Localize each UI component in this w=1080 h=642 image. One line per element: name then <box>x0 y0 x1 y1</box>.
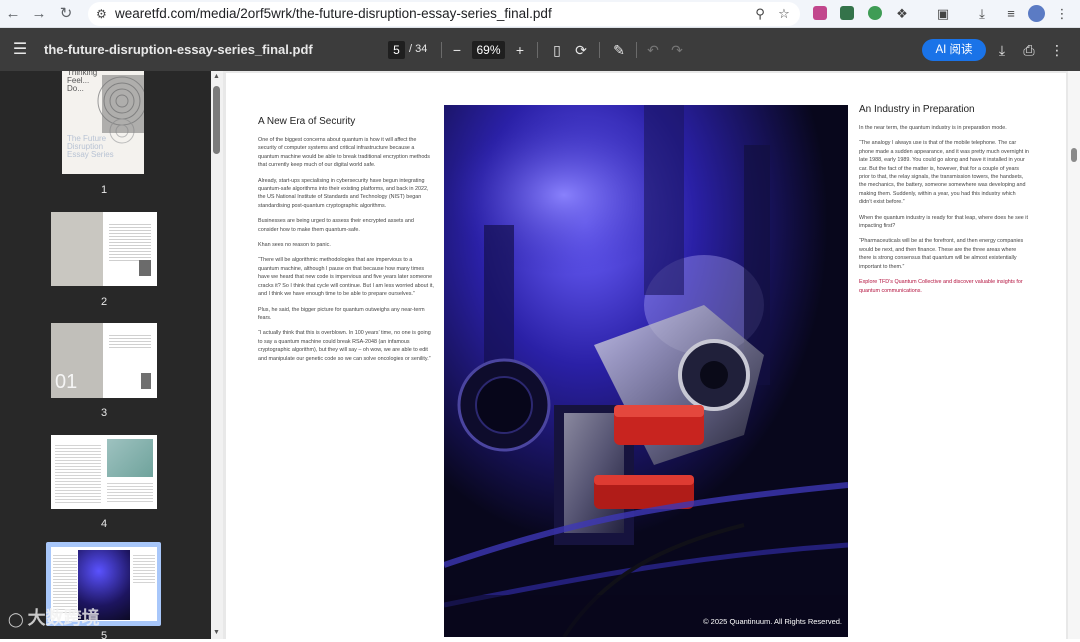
hamburger-icon[interactable]: ☰ <box>10 40 30 60</box>
paragraph: “There will be algorithmic methodologies… <box>258 257 434 298</box>
zoom-icon[interactable]: ⚲ <box>750 4 770 24</box>
back-icon[interactable]: ← <box>2 3 24 25</box>
url-text: wearetfd.com/media/2orf5wrk/the-future-d… <box>115 6 552 21</box>
watermark-text: 大数跨境 <box>27 608 100 628</box>
divider <box>441 42 442 58</box>
paragraph: Plus, he said, the bigger picture for qu… <box>258 306 425 321</box>
extension-icon[interactable] <box>840 6 854 20</box>
screen-search-icon[interactable]: ▣ <box>933 4 953 24</box>
paragraph: “Pharmaceuticals will be at the forefron… <box>859 238 1024 270</box>
forward-icon[interactable]: → <box>28 3 50 25</box>
document-scrollbar-thumb[interactable] <box>1071 148 1077 162</box>
divider <box>599 42 600 58</box>
print-icon[interactable]: ⎙ <box>1019 40 1039 60</box>
thumb-chapter-number: 01 <box>55 371 78 393</box>
reload-icon[interactable]: ↻ <box>55 3 77 25</box>
paragraph: “I actually think that this is overblown… <box>258 330 431 362</box>
extension-icon[interactable] <box>813 6 827 20</box>
scroll-up-icon[interactable]: ▲ <box>213 73 220 80</box>
quantum-lab-photo: © 2025 Quantinuum. All Rights Reserved. <box>444 105 848 637</box>
address-bar[interactable]: ⚙ wearetfd.com/media/2orf5wrk/the-future… <box>88 2 800 26</box>
thumbnail-label: 2 <box>100 296 108 308</box>
paragraph: Already, start-ups specialising in cyber… <box>258 177 429 209</box>
sidebar-scrollbar[interactable] <box>211 71 223 639</box>
thumb-portrait <box>139 260 151 276</box>
thumbnail-page-1[interactable]: Thinking Feel... Do... The Future Disrup… <box>62 71 144 174</box>
thumbnail-page-2[interactable] <box>51 212 157 286</box>
sidebar-scrollbar-thumb[interactable] <box>213 86 220 154</box>
thumb-image <box>107 439 153 477</box>
fit-page-icon[interactable]: ▯ <box>547 40 567 60</box>
paragraph: Businesses are being urged to assess the… <box>258 218 414 233</box>
star-icon[interactable]: ☆ <box>774 4 794 24</box>
paragraph: “The analogy I always use is that of the… <box>859 140 1029 206</box>
more-options-icon[interactable]: ⋮ <box>1047 40 1067 60</box>
annotate-icon[interactable]: ✎ <box>609 40 629 60</box>
tune-icon[interactable]: ⚙ <box>96 4 107 24</box>
thumbnail-sidebar: Thinking Feel... Do... The Future Disrup… <box>0 71 211 642</box>
ai-read-button[interactable]: AI 阅读 <box>922 39 986 61</box>
quantum-collective-link[interactable]: Explore TFD’s Quantum Collective and dis… <box>859 278 1029 295</box>
thumbnail-page-3[interactable]: 01 <box>51 323 157 398</box>
thumb-text <box>109 333 151 349</box>
rotate-icon[interactable]: ⟳ <box>571 40 591 60</box>
thumb-image <box>51 212 103 286</box>
download-icon[interactable]: ⤓ <box>992 40 1012 60</box>
thumb-text <box>107 481 153 503</box>
thumbnail-page-4[interactable] <box>51 435 157 509</box>
divider <box>636 42 637 58</box>
page-number-input[interactable]: 5 <box>388 41 405 59</box>
browser-menu-icon[interactable]: ⋮ <box>1052 4 1072 24</box>
reading-list-icon[interactable]: ≡ <box>1001 4 1021 24</box>
thumbnail-label: 4 <box>100 518 108 530</box>
download-icon[interactable]: ⤓ <box>972 4 992 24</box>
thumb-text <box>55 443 101 503</box>
watermark-logo-icon: ◯ <box>8 611 24 627</box>
left-column: A New Era of Security One of the biggest… <box>258 116 434 370</box>
undo-icon[interactable]: ↶ <box>643 40 663 60</box>
watermark: ◯ 大数跨境 <box>8 604 100 630</box>
right-column: An Industry in Preparation In the near t… <box>859 104 1029 302</box>
thumb-portrait <box>141 373 151 389</box>
cover-title: Thinking Feel... Do... <box>67 71 98 93</box>
cover-series: The Future Disruption Essay Series <box>67 134 114 159</box>
page-total: / 34 <box>409 43 428 55</box>
paragraph: When the quantum industry is ready for t… <box>859 214 1029 230</box>
browser-toolbar: ← → ↻ ⚙ wearetfd.com/media/2orf5wrk/the-… <box>0 0 1080 28</box>
divider <box>537 42 538 58</box>
extensions-puzzle-icon[interactable]: ❖ <box>892 4 912 24</box>
photo-credit: © 2025 Quantinuum. All Rights Reserved. <box>703 617 842 626</box>
redo-icon[interactable]: ↷ <box>667 40 687 60</box>
thumb-text <box>133 553 155 583</box>
thumbnail-label: 1 <box>100 184 108 196</box>
scroll-down-icon[interactable]: ▼ <box>213 629 220 636</box>
pdf-toolbar: ☰ the-future-disruption-essay-series_fin… <box>0 28 1080 71</box>
paragraph: In the near term, the quantum industry i… <box>859 125 1007 131</box>
photo-art <box>444 105 848 637</box>
zoom-input[interactable]: 69% <box>472 41 505 59</box>
profile-avatar[interactable] <box>1028 5 1045 22</box>
zoom-in-icon[interactable]: + <box>510 40 530 60</box>
file-name: the-future-disruption-essay-series_final… <box>44 42 313 57</box>
section-title: A New Era of Security <box>258 116 356 127</box>
ai-read-label: AI 阅读 <box>935 44 973 56</box>
zoom-out-icon[interactable]: − <box>447 40 467 60</box>
paragraph: Khan sees no reason to panic. <box>258 242 331 249</box>
thumb-text <box>109 222 151 262</box>
thumbnail-label: 3 <box>100 407 108 419</box>
shield-icon[interactable] <box>868 6 882 20</box>
paragraph: One of the biggest concerns about quantu… <box>258 137 431 169</box>
section-title: An Industry in Preparation <box>859 104 975 115</box>
thumbnail-label: 5 <box>100 630 108 642</box>
